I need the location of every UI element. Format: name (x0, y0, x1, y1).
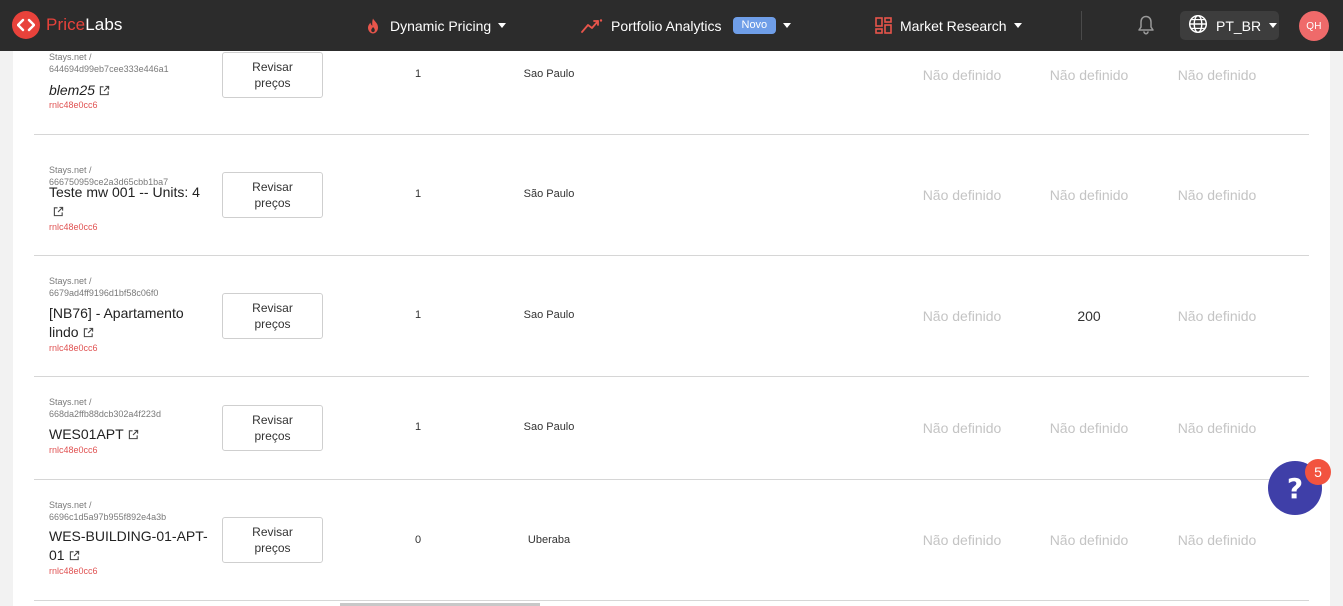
chevron-down-icon (1013, 23, 1022, 28)
nav-divider (1081, 11, 1082, 40)
listing-source-id: Stays.net / 668da2ffb88dcb302a4f223d (49, 397, 161, 419)
language-label: PT_BR (1216, 17, 1262, 34)
external-link-icon[interactable] (83, 327, 94, 338)
review-prices-button[interactable]: Revisar preços (222, 172, 323, 218)
listing-units: 0 (414, 534, 422, 546)
question-mark-icon: ? (1286, 471, 1304, 505)
setting-value: Não definido (1177, 187, 1257, 203)
review-prices-button[interactable]: Revisar preços (222, 517, 323, 563)
notification-bell-icon[interactable] (1136, 14, 1156, 41)
listing-name[interactable]: WES-BUILDING-01-APT-01 (49, 527, 209, 565)
listing-city: Sao Paulo (523, 68, 575, 80)
setting-value: 200 (1077, 308, 1101, 324)
listing-source-id: Stays.net / 644694d99eb7cee333e446a1 (49, 52, 169, 74)
external-link-icon[interactable] (128, 429, 139, 440)
trend-chart-icon (581, 18, 603, 34)
listing-owner-id: rnlc48e0cc6 (49, 100, 98, 110)
pricelabs-logo[interactable]: PriceLabs (12, 11, 123, 39)
chevron-down-icon (498, 23, 507, 28)
listing-units: 1 (414, 309, 422, 321)
external-link-icon[interactable] (53, 206, 64, 217)
setting-value: Não definido (1049, 187, 1129, 203)
table-row: Stays.net / 6679ad4ff9196d1bf58c06f0 [NB… (34, 256, 1309, 377)
listing-units: 1 (414, 188, 422, 200)
table-row: Stays.net / 644694d99eb7cee333e446a1 ble… (34, 51, 1309, 135)
language-selector[interactable]: PT_BR (1180, 11, 1279, 40)
help-notification-count: 5 (1305, 459, 1331, 485)
nav-portfolio-analytics[interactable]: Portfolio Analytics Novo (581, 0, 792, 51)
listing-source-id: Stays.net / 6696c1d5a97b955f892e4a3b (49, 500, 167, 522)
flame-icon (364, 17, 382, 35)
review-prices-button[interactable]: Revisar preços (222, 52, 323, 98)
nav-market-research-label: Market Research (900, 17, 1007, 34)
setting-value: Não definido (922, 532, 1002, 548)
listing-city: Uberaba (527, 534, 571, 546)
listing-source-id: Stays.net / 6679ad4ff9196d1bf58c06f0 (49, 276, 159, 298)
listing-name[interactable]: [NB76] - Apartamento lindo (49, 304, 209, 342)
user-avatar[interactable]: QH (1299, 11, 1329, 41)
table-row: Stays.net / 668da2ffb88dcb302a4f223d WES… (34, 377, 1309, 480)
setting-value: Não definido (1177, 67, 1257, 83)
setting-value: Não definido (922, 67, 1002, 83)
dashboard-grid-icon (875, 17, 892, 34)
nav-dynamic-pricing-label: Dynamic Pricing (390, 17, 492, 34)
table-row: Stays.net / 6696c1d5a97b955f892e4a3b WES… (34, 480, 1309, 601)
listing-city: Sao Paulo (523, 309, 575, 321)
nav-market-research[interactable]: Market Research (875, 0, 1022, 51)
setting-value: Não definido (1049, 532, 1129, 548)
listing-owner-id: rnlc48e0cc6 (49, 566, 98, 576)
listing-owner-id: rnlc48e0cc6 (49, 445, 98, 455)
setting-value: Não definido (922, 187, 1002, 203)
logo-text: PriceLabs (46, 15, 123, 34)
listing-name[interactable]: Teste mw 001 -- Units: 4 (49, 183, 209, 221)
table-row: Stays.net / 666750959ce2a3d65cbb1ba7 Tes… (34, 135, 1309, 256)
listing-owner-id: rnlc48e0cc6 (49, 343, 98, 353)
pricelabs-logo-icon (12, 11, 40, 39)
listing-units: 1 (414, 68, 422, 80)
globe-icon (1188, 14, 1208, 37)
setting-value: Não definido (1049, 420, 1129, 436)
listing-units: 1 (414, 421, 422, 433)
setting-value: Não definido (1177, 308, 1257, 324)
review-prices-button[interactable]: Revisar preços (222, 293, 323, 339)
setting-value: Não definido (1049, 67, 1129, 83)
setting-value: Não definido (922, 420, 1002, 436)
setting-value: Não definido (1177, 532, 1257, 548)
nav-dynamic-pricing[interactable]: Dynamic Pricing (364, 0, 507, 51)
listings-panel: Stays.net / 644694d99eb7cee333e446a1 ble… (13, 51, 1330, 606)
setting-value: Não definido (1177, 420, 1257, 436)
setting-value: Não definido (922, 308, 1002, 324)
listing-city: São Paulo (523, 188, 575, 200)
external-link-icon[interactable] (69, 550, 80, 561)
listing-city: Sao Paulo (523, 421, 575, 433)
review-prices-button[interactable]: Revisar preços (222, 405, 323, 451)
nav-portfolio-analytics-label: Portfolio Analytics (611, 17, 722, 34)
external-link-icon[interactable] (99, 85, 110, 96)
chevron-down-icon (783, 23, 792, 28)
listing-name[interactable]: blem25 (49, 81, 209, 100)
listing-name[interactable]: WES01APT (49, 425, 209, 444)
new-badge: Novo (732, 17, 777, 34)
top-navbar: PriceLabs Dynamic Pricing Portfolio Anal… (0, 0, 1343, 51)
listing-owner-id: rnlc48e0cc6 (49, 222, 98, 232)
chevron-down-icon (1269, 23, 1278, 28)
